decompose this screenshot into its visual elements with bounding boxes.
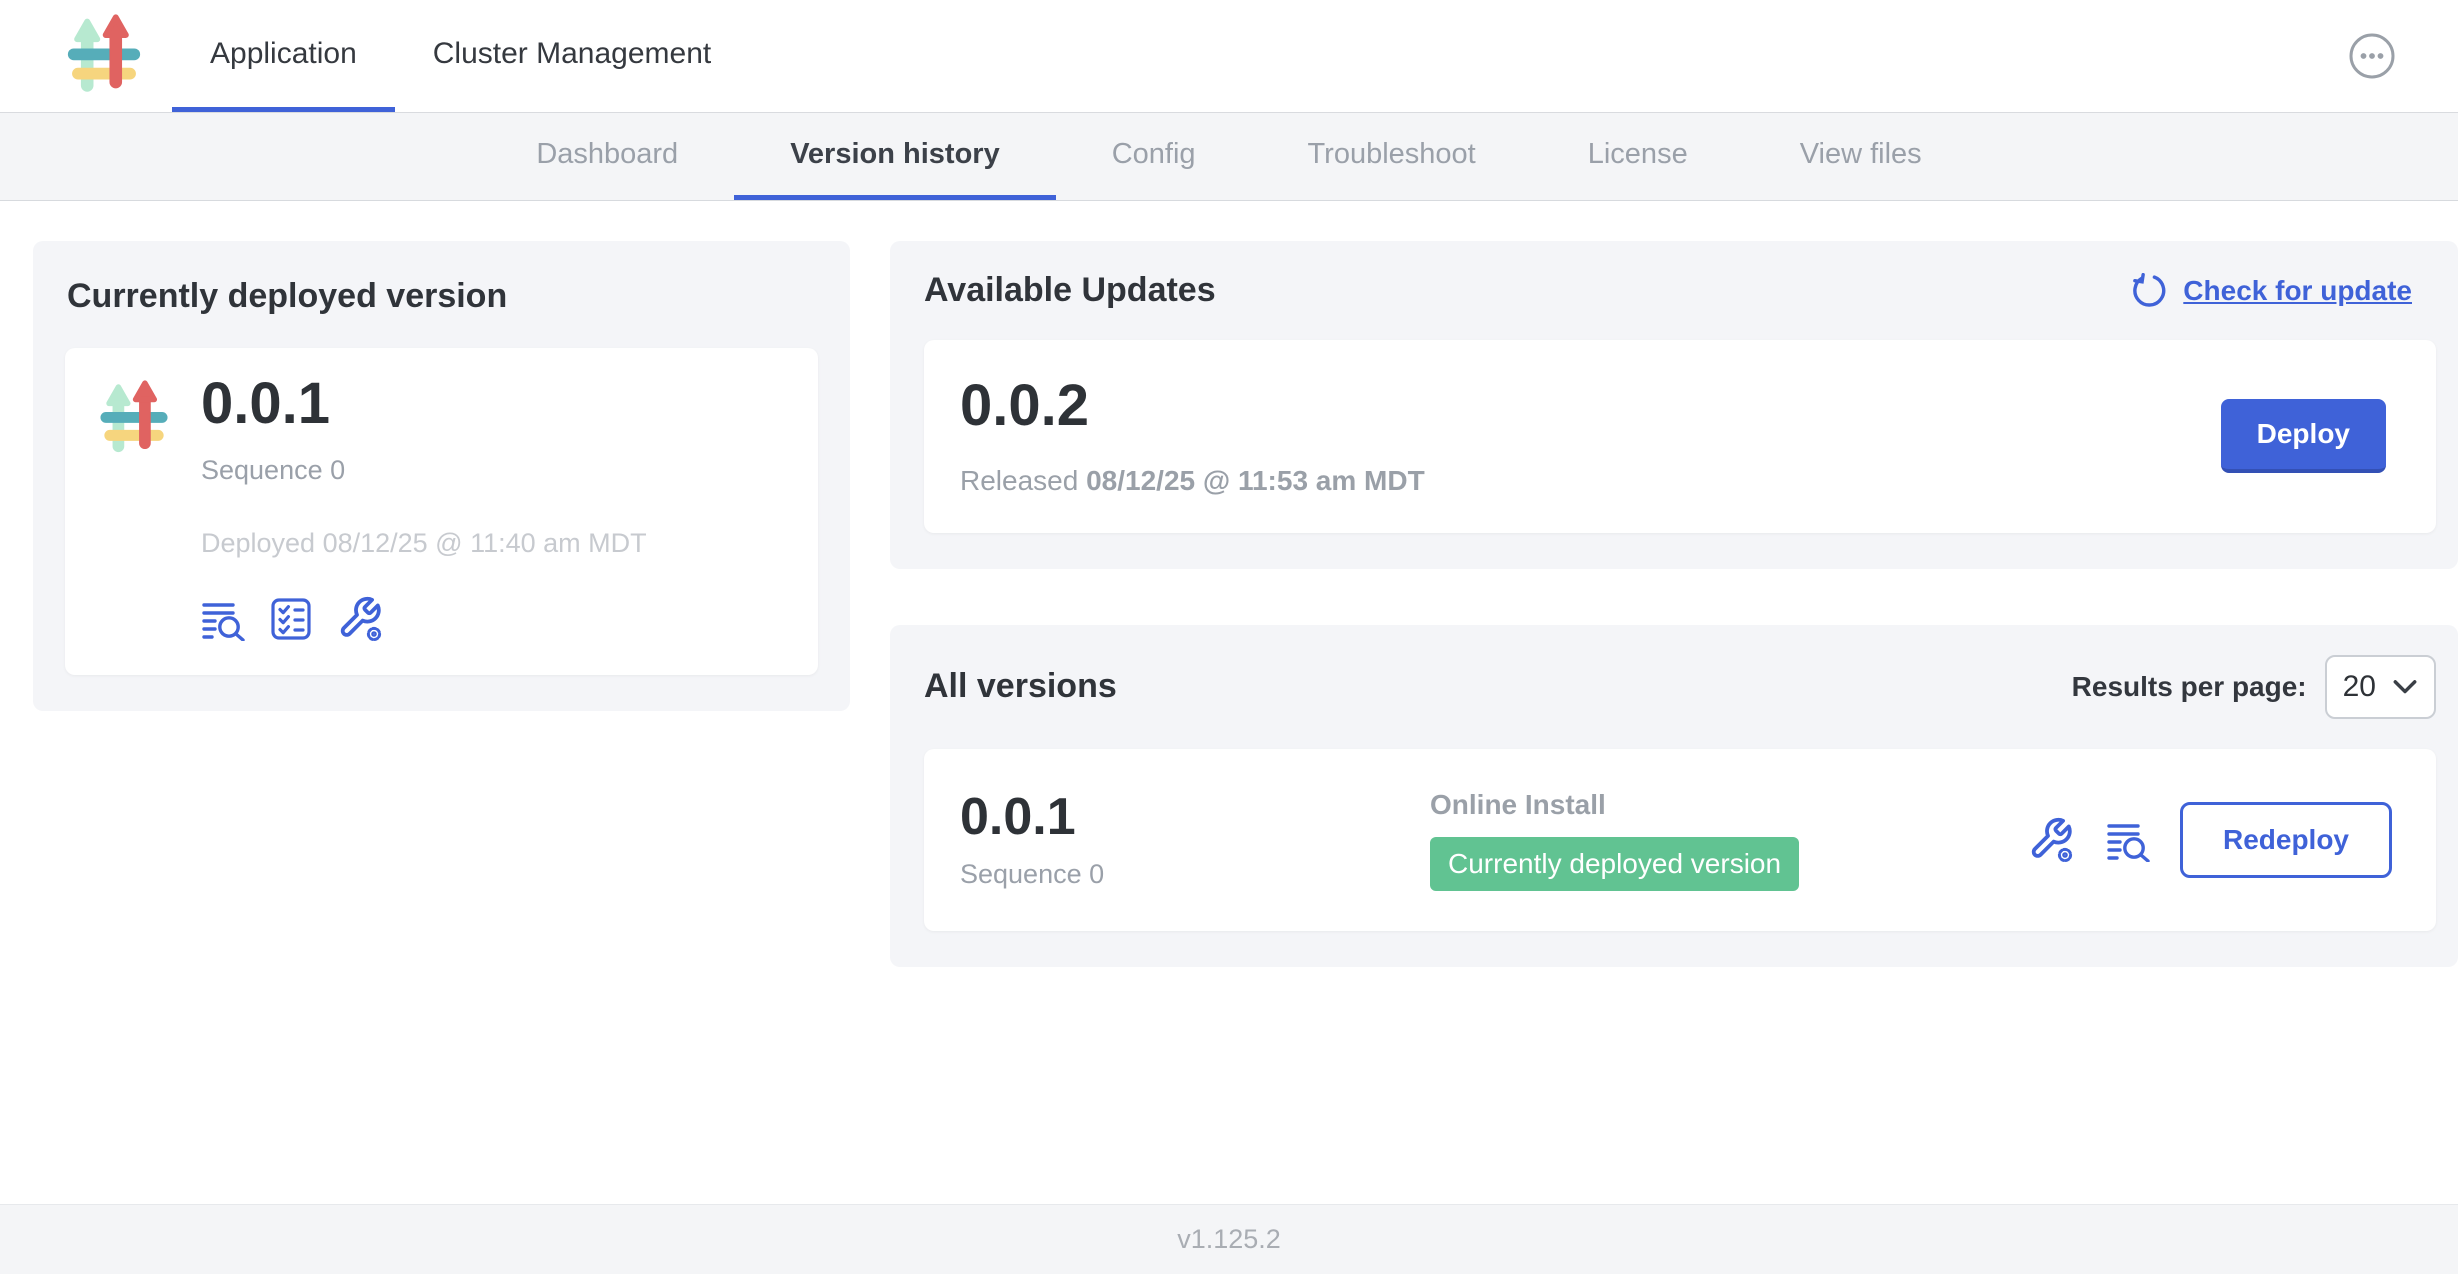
- subnav-item-view-files[interactable]: View files: [1744, 113, 1978, 200]
- currently-deployed-card: Currently deployed version 0.0: [33, 241, 850, 711]
- tab-cluster-management[interactable]: Cluster Management: [395, 0, 749, 112]
- available-updates-title: Available Updates: [924, 271, 1216, 310]
- all-versions-title: All versions: [924, 667, 1117, 706]
- subnav-label: Dashboard: [536, 138, 678, 171]
- subnav-item-version-history[interactable]: Version history: [734, 113, 1056, 200]
- row-version-number: 0.0.1: [960, 790, 1430, 845]
- results-per-page-label: Results per page:: [2072, 671, 2307, 703]
- all-versions-card: All versions Results per page: 20 0.0.1 …: [890, 625, 2458, 967]
- app-logo-icon: [95, 380, 173, 458]
- subnav-item-config[interactable]: Config: [1056, 113, 1252, 200]
- subnav-item-troubleshoot[interactable]: Troubleshoot: [1252, 113, 1532, 200]
- update-info: 0.0.2 Released 08/12/25 @ 11:53 am MDT: [960, 376, 1425, 497]
- diff-icon[interactable]: [201, 597, 245, 641]
- tab-application[interactable]: Application: [172, 0, 395, 112]
- row-version-info: 0.0.1 Sequence 0: [960, 790, 1430, 890]
- ellipsis-menu-icon: [2348, 32, 2396, 80]
- deployed-version-panel: 0.0.1 Sequence 0 Deployed 08/12/25 @ 11:…: [65, 348, 818, 675]
- install-type-label: Online Install: [1430, 789, 2028, 821]
- diff-icon[interactable]: [2106, 818, 2150, 862]
- update-released-timestamp: Released 08/12/25 @ 11:53 am MDT: [960, 465, 1425, 497]
- subnav-label: Config: [1112, 138, 1196, 171]
- tab-cluster-management-label: Cluster Management: [433, 37, 711, 71]
- released-prefix: Released: [960, 465, 1078, 496]
- app-subnav: Dashboard Version history Config Trouble…: [0, 113, 2458, 201]
- chevron-down-icon: [2392, 679, 2418, 695]
- refresh-icon: [2131, 273, 2167, 309]
- subnav-label: License: [1588, 138, 1688, 171]
- deployed-version-actions: [201, 595, 647, 643]
- app-footer: v1.125.2: [0, 1204, 2458, 1274]
- currently-deployed-title: Currently deployed version: [67, 277, 818, 316]
- version-row: 0.0.1 Sequence 0 Online Install Currentl…: [924, 749, 2436, 931]
- subnav-label: Troubleshoot: [1308, 138, 1476, 171]
- row-actions: Redeploy: [2028, 802, 2392, 878]
- subnav-label: Version history: [790, 138, 1000, 171]
- app-logo-icon: [62, 14, 146, 98]
- results-per-page: Results per page: 20: [2072, 655, 2436, 719]
- redeploy-button[interactable]: Redeploy: [2180, 802, 2392, 878]
- deployed-version-number: 0.0.1: [201, 374, 647, 435]
- currently-deployed-badge: Currently deployed version: [1430, 837, 1799, 891]
- row-install-info: Online Install Currently deployed versio…: [1430, 789, 2028, 891]
- row-sequence: Sequence 0: [960, 859, 1430, 890]
- subnav-item-license[interactable]: License: [1532, 113, 1744, 200]
- update-version-number: 0.0.2: [960, 376, 1425, 437]
- top-navbar: Application Cluster Management: [0, 0, 2458, 113]
- deploy-button[interactable]: Deploy: [2221, 399, 2386, 473]
- deployed-timestamp: Deployed 08/12/25 @ 11:40 am MDT: [201, 528, 647, 559]
- update-row: 0.0.2 Released 08/12/25 @ 11:53 am MDT D…: [924, 340, 2436, 533]
- deployed-version-info: 0.0.1 Sequence 0 Deployed 08/12/25 @ 11:…: [201, 374, 647, 643]
- subnav-item-dashboard[interactable]: Dashboard: [480, 113, 734, 200]
- top-tabs: Application Cluster Management: [172, 0, 749, 112]
- preflight-checks-icon[interactable]: [269, 597, 313, 641]
- edit-config-icon[interactable]: [337, 595, 385, 643]
- available-updates-card: Available Updates Check for update 0.0.2…: [890, 241, 2458, 569]
- deployed-sequence: Sequence 0: [201, 455, 647, 486]
- main-content: Currently deployed version 0.0: [0, 201, 2458, 1204]
- check-for-update-label: Check for update: [2183, 275, 2412, 307]
- subnav-label: View files: [1800, 138, 1922, 171]
- ellipsis-menu-button[interactable]: [2348, 32, 2396, 80]
- right-column: Available Updates Check for update 0.0.2…: [890, 241, 2458, 967]
- results-per-page-value: 20: [2343, 670, 2376, 704]
- console-version: v1.125.2: [1177, 1224, 1281, 1255]
- released-date: 08/12/25 @ 11:53 am MDT: [1086, 465, 1425, 496]
- results-per-page-select[interactable]: 20: [2325, 655, 2436, 719]
- edit-config-icon[interactable]: [2028, 816, 2076, 864]
- check-for-update-link[interactable]: Check for update: [2131, 273, 2412, 309]
- tab-application-label: Application: [210, 37, 357, 71]
